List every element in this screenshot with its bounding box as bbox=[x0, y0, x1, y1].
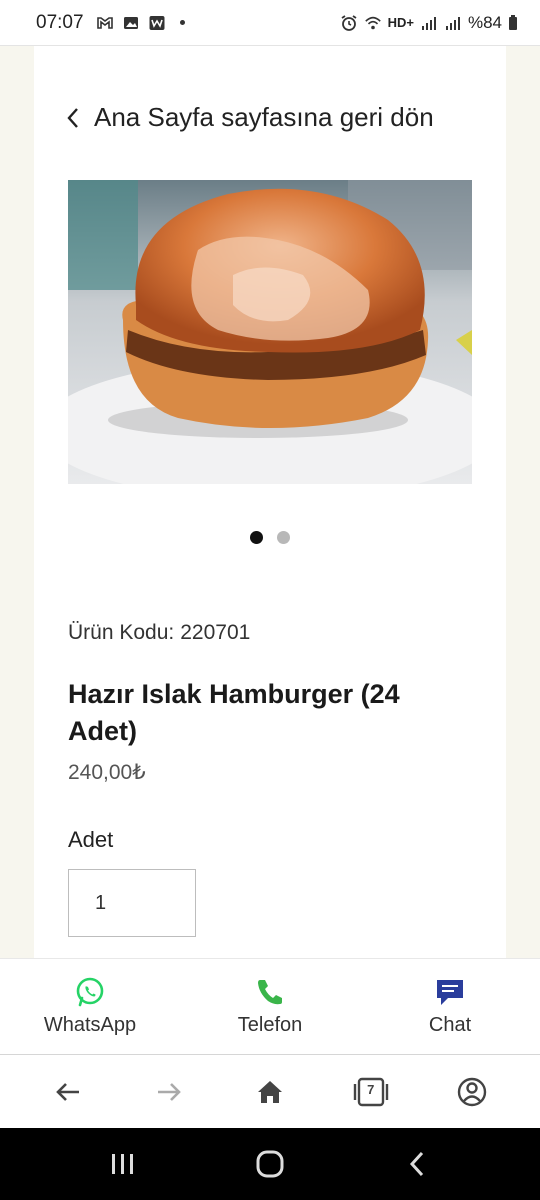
signal-icon-2 bbox=[444, 14, 462, 32]
battery-icon bbox=[508, 14, 518, 32]
product-title: Hazır Islak Hamburger (24 Adet) bbox=[68, 679, 400, 746]
product-page: Ana Sayfa sayfasına geri dön Ürün Kodu: … bbox=[34, 46, 506, 958]
image-carousel-dots bbox=[34, 531, 506, 544]
system-back-icon bbox=[409, 1151, 423, 1177]
arrow-right-icon bbox=[158, 1082, 182, 1101]
arrow-left-icon bbox=[56, 1082, 80, 1101]
phone-label: Telefon bbox=[237, 1014, 303, 1036]
phone-icon bbox=[258, 980, 282, 1005]
chat-bubble-icon bbox=[437, 980, 463, 1005]
wifi-icon bbox=[364, 14, 382, 32]
back-link-label: Ana Sayfa sayfasına geri dön bbox=[94, 102, 434, 132]
home-icon bbox=[257, 1080, 282, 1103]
browser-toolbar: 7 bbox=[0, 1055, 540, 1128]
more-notifications-icon bbox=[179, 20, 185, 25]
product-image[interactable] bbox=[68, 180, 472, 484]
recent-apps-icon bbox=[112, 1154, 134, 1174]
w-app-icon bbox=[148, 14, 166, 32]
browser-account-button[interactable] bbox=[452, 1072, 492, 1112]
browser-forward-button[interactable] bbox=[149, 1072, 189, 1112]
network-type: HD+ bbox=[387, 15, 414, 30]
browser-tabs-button[interactable]: 7 bbox=[351, 1072, 391, 1112]
phone-button[interactable]: Telefon bbox=[180, 959, 360, 1054]
chevron-left-icon bbox=[67, 107, 78, 128]
system-back-button[interactable] bbox=[397, 1144, 437, 1184]
product-price: 240,00₺ bbox=[68, 761, 146, 784]
whatsapp-button[interactable]: WhatsApp bbox=[0, 959, 180, 1054]
product-code: Ürün Kodu: 220701 bbox=[68, 621, 250, 645]
system-nav-bar bbox=[0, 1128, 540, 1200]
carousel-dot-2[interactable] bbox=[277, 531, 290, 544]
recent-apps-button[interactable] bbox=[103, 1144, 143, 1184]
system-home-button[interactable] bbox=[250, 1144, 290, 1184]
whatsapp-label: WhatsApp bbox=[43, 1014, 137, 1036]
battery-percent: %84 bbox=[467, 12, 502, 32]
chat-label: Chat bbox=[428, 1014, 472, 1036]
gallery-icon bbox=[122, 14, 140, 32]
browser-back-button[interactable] bbox=[48, 1072, 88, 1112]
chat-button[interactable]: Chat bbox=[360, 959, 540, 1054]
system-home-icon bbox=[256, 1150, 284, 1178]
carousel-dot-1[interactable] bbox=[250, 531, 263, 544]
back-to-home-link[interactable]: Ana Sayfa sayfasına geri dön bbox=[66, 102, 434, 133]
product-code-label: Ürün Kodu: bbox=[68, 621, 175, 644]
status-bar: 07:07 HD+ %84 bbox=[0, 0, 540, 46]
signal-icon-1 bbox=[420, 14, 438, 32]
status-time: 07:07 bbox=[36, 11, 84, 33]
browser-home-button[interactable] bbox=[250, 1072, 290, 1112]
tab-count: 7 bbox=[367, 1081, 375, 1097]
quantity-label: Adet bbox=[68, 827, 114, 852]
product-code-value: 220701 bbox=[180, 621, 251, 644]
alarm-icon bbox=[340, 14, 358, 32]
contact-bar: WhatsApp Telefon Chat bbox=[0, 958, 540, 1055]
account-icon bbox=[457, 1077, 486, 1106]
whatsapp-icon bbox=[76, 977, 104, 1007]
quantity-input[interactable] bbox=[68, 869, 196, 937]
gmail-icon bbox=[96, 14, 114, 32]
